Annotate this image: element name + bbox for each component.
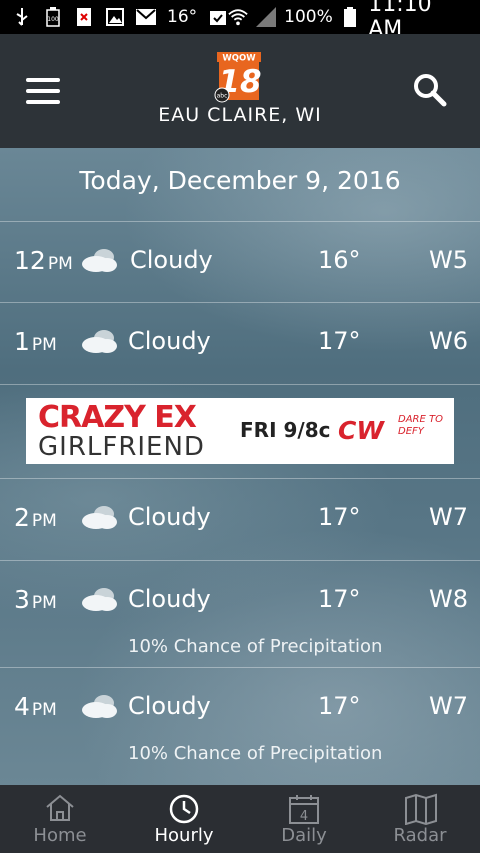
hour-label: 4 PM	[14, 692, 57, 721]
clipboard-check-icon	[208, 7, 228, 27]
wind-label: W7	[429, 692, 468, 720]
wind-label: W8	[429, 585, 468, 613]
location-label: EAU CLAIRE, WI	[158, 104, 322, 126]
divider	[0, 384, 480, 385]
advertisement-banner[interactable]: CRAZY EX GIRLFRIEND FRI 9/8c CW DARE TO …	[26, 398, 454, 464]
wind-label: W7	[429, 503, 468, 531]
battery-icon	[341, 7, 360, 27]
ad-tagline: DARE TO DEFY	[398, 414, 443, 437]
wqow-logo[interactable]: WQOW 18 abc	[213, 52, 265, 104]
image-icon	[105, 7, 125, 27]
status-bar: 100 16° 100% 11:10 AM	[0, 0, 480, 42]
status-temperature: 16°	[167, 7, 198, 27]
mail-icon	[136, 7, 156, 27]
temperature-label: 17°	[318, 585, 361, 613]
precipitation-label: 10% Chance of Precipitation	[128, 743, 383, 764]
hour-label: 1 PM	[14, 327, 57, 356]
hourly-row[interactable]: 1 PM Cloudy 17° W6	[0, 303, 480, 383]
wind-label: W6	[429, 327, 468, 355]
cloudy-icon	[82, 588, 117, 611]
hour-label: 2 PM	[14, 503, 57, 532]
cloudy-icon	[82, 695, 117, 718]
hourly-row[interactable]: 3 PM Cloudy 17° W8 10% Chance of Precipit…	[0, 561, 480, 667]
hamburger-icon-bar	[26, 78, 60, 82]
map-icon	[405, 793, 437, 825]
tab-hourly[interactable]: Hourly	[124, 785, 244, 853]
blocked-notification-icon	[74, 7, 94, 27]
tab-label: Daily	[281, 825, 327, 846]
battery-level: 100%	[284, 7, 333, 27]
svg-text:100: 100	[47, 16, 59, 23]
hourly-row[interactable]: 2 PM Cloudy 17° W7	[0, 479, 480, 559]
cloudy-icon	[82, 506, 117, 529]
tab-daily[interactable]: 4 Daily	[244, 785, 364, 853]
condition-label: Cloudy	[128, 585, 211, 613]
tab-home[interactable]: Home	[0, 785, 120, 853]
app-header: WQOW 18 abc EAU CLAIRE, WI	[0, 34, 480, 148]
cell-signal-icon	[256, 7, 277, 27]
search-button[interactable]	[410, 70, 450, 110]
menu-button[interactable]	[24, 78, 64, 106]
tab-label: Home	[33, 825, 87, 846]
condition-label: Cloudy	[128, 692, 211, 720]
ad-schedule: FRI 9/8c	[240, 418, 331, 442]
clock-icon	[169, 794, 199, 824]
home-icon	[46, 794, 74, 821]
date-title: Today, December 9, 2016	[79, 166, 401, 195]
precipitation-label: 10% Chance of Precipitation	[128, 636, 383, 657]
temperature-label: 17°	[318, 692, 361, 720]
temperature-label: 17°	[318, 327, 361, 355]
tab-label: Hourly	[154, 825, 214, 846]
hourly-row[interactable]: 12 PM Cloudy 16° W5	[0, 222, 480, 302]
condition-label: Cloudy	[128, 327, 211, 355]
usb-icon	[12, 7, 32, 27]
cloudy-icon	[82, 330, 117, 353]
battery-saver-icon: 100	[43, 7, 63, 27]
calendar-icon: 4	[289, 795, 319, 824]
search-icon	[414, 74, 447, 107]
bottom-tab-bar: Home Hourly 4 Daily Radar	[0, 785, 480, 853]
svg-text:abc: abc	[217, 93, 228, 100]
ad-subheadline: GIRLFRIEND	[38, 432, 205, 462]
ad-network-logo: CW	[338, 416, 384, 445]
hamburger-icon-bar	[26, 89, 60, 93]
tab-radar[interactable]: Radar	[360, 785, 480, 853]
wifi-icon	[228, 7, 248, 27]
hourly-row[interactable]: 4 PM Cloudy 17° W7 10% Chance of Precipit…	[0, 668, 480, 774]
svg-text:4: 4	[300, 809, 308, 824]
condition-label: Cloudy	[128, 503, 211, 531]
wind-label: W5	[429, 246, 468, 274]
tab-label: Radar	[393, 825, 447, 846]
hour-label: 3 PM	[14, 585, 57, 614]
ad-headline: CRAZY EX	[38, 400, 197, 435]
cloudy-icon	[82, 249, 117, 272]
temperature-label: 17°	[318, 503, 361, 531]
hour-label: 12 PM	[14, 246, 73, 275]
condition-label: Cloudy	[130, 246, 213, 274]
temperature-label: 16°	[318, 246, 361, 274]
hourly-forecast-panel[interactable]: Today, December 9, 2016 12 PM Cloudy 16° …	[0, 148, 480, 785]
